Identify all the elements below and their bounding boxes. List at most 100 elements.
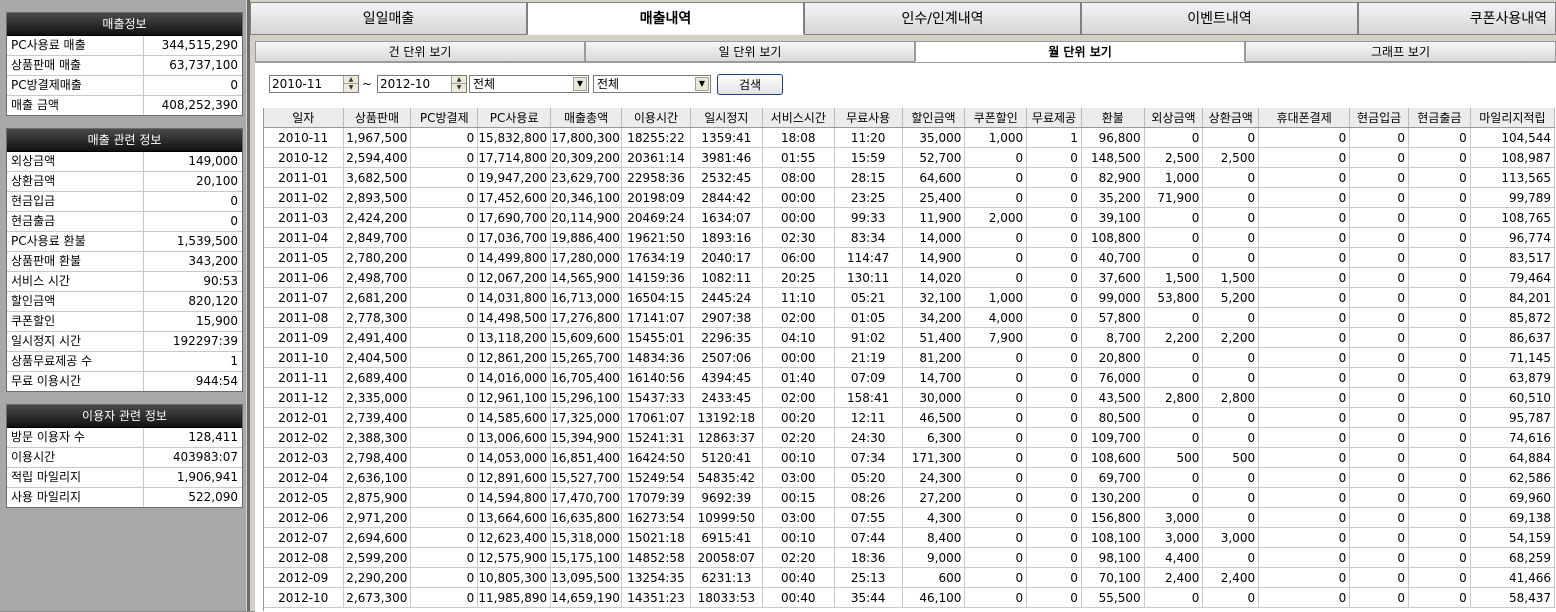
- table-row[interactable]: 2011-10 2,404,500 0 12,861,200 15,265,700 148…: [264, 347, 1555, 368]
- table-cell: 20,309,200: [550, 147, 623, 168]
- table-cell: 12:11: [834, 407, 903, 428]
- summary-value: 1,906,941: [176, 470, 238, 484]
- column-header[interactable]: 휴대폰결제: [1258, 108, 1351, 128]
- subtab-by-day[interactable]: 일 단위 보기: [585, 41, 915, 62]
- chevron-down-icon[interactable]: ▼: [695, 77, 709, 91]
- table-cell: 108,800: [1081, 227, 1145, 248]
- filter-select-2[interactable]: 전체 ▼: [593, 75, 711, 93]
- table-cell: 5120:41: [690, 447, 763, 468]
- search-button[interactable]: 검색: [717, 74, 783, 95]
- table-cell: 1082:11: [690, 267, 763, 288]
- tab-daily-sales[interactable]: 일일매출: [250, 2, 527, 35]
- table-cell: 0: [410, 407, 479, 428]
- table-cell: 20469:24: [621, 207, 691, 228]
- summary-label: 현금출금: [7, 212, 144, 231]
- table-cell: 2011-09: [264, 327, 344, 348]
- table-row[interactable]: 2012-09 2,290,200 0 10,805,300 13,095,500 132…: [264, 567, 1555, 588]
- column-header[interactable]: 쿠폰할인: [964, 108, 1028, 128]
- spin-up-icon[interactable]: ▲: [344, 76, 358, 84]
- table-row[interactable]: 2011-03 2,424,200 0 17,690,700 20,114,900 204…: [264, 207, 1555, 228]
- table-row[interactable]: 2011-01 3,682,500 0 19,947,200 23,629,700 229…: [264, 167, 1555, 188]
- table-cell: 2,875,900: [343, 487, 412, 508]
- table-row[interactable]: 2012-07 2,694,600 0 12,623,400 15,318,000 150…: [264, 527, 1555, 548]
- summary-row: 쿠폰할인 15,900: [7, 312, 242, 332]
- table-row[interactable]: 2012-06 2,971,200 0 13,664,600 16,635,800 162…: [264, 507, 1555, 528]
- table-row[interactable]: 2011-05 2,780,200 0 14,499,800 17,280,000 176…: [264, 247, 1555, 268]
- subtab-graph[interactable]: 그래프 보기: [1245, 41, 1556, 62]
- table-cell: 0: [1349, 227, 1409, 248]
- user-related-box: 이용자 관련 정보 방문 이용자 수 128,411 이용시간 403983:07 적립…: [6, 404, 243, 508]
- table-row[interactable]: 2011-02 2,893,500 0 17,452,600 20,346,100 201…: [264, 187, 1555, 208]
- table-cell: 2011-11: [264, 367, 344, 388]
- from-month-picker[interactable]: ▲▼: [269, 75, 359, 93]
- table-cell: 85,872: [1470, 307, 1555, 328]
- column-header[interactable]: 현금입금: [1349, 108, 1409, 128]
- tab-coupon-history[interactable]: 쿠폰사용내역: [1358, 2, 1556, 35]
- filter-select-1[interactable]: 전체 ▼: [469, 75, 589, 93]
- table-cell: 0: [1408, 467, 1471, 488]
- column-header[interactable]: PC방결제: [410, 108, 479, 128]
- tab-sales-history[interactable]: 매출내역: [527, 2, 804, 35]
- column-header[interactable]: 외상금액: [1144, 108, 1204, 128]
- table-cell: 2,000: [964, 207, 1028, 228]
- from-month-input[interactable]: [270, 76, 344, 92]
- table-row[interactable]: 2010-11 1,967,500 0 15,832,800 17,800,300 182…: [264, 127, 1555, 148]
- tab-handover-history[interactable]: 인수/인계내역: [804, 2, 1081, 35]
- table-row[interactable]: 2012-10 2,673,300 0 11,985,890 14,659,190 143…: [264, 587, 1555, 608]
- table-row[interactable]: 2012-02 2,388,300 0 13,006,600 15,394,900 152…: [264, 427, 1555, 448]
- column-header[interactable]: 마일리지적립: [1470, 108, 1555, 128]
- column-header[interactable]: 무료제공: [1026, 108, 1082, 128]
- table-row[interactable]: 2011-08 2,778,300 0 14,498,500 17,276,800 171…: [264, 307, 1555, 328]
- column-header[interactable]: 서비스시간: [762, 108, 835, 128]
- table-cell: 0: [1408, 127, 1471, 148]
- table-cell: 2,491,400: [343, 327, 412, 348]
- summary-row: PC사용료 환불 1,539,500: [7, 232, 242, 252]
- tab-event-history[interactable]: 이벤트내역: [1081, 2, 1358, 35]
- summary-label: 무료 이용시간: [7, 372, 144, 391]
- table-row[interactable]: 2010-12 2,594,400 0 17,714,800 20,309,200 203…: [264, 147, 1555, 168]
- table-row[interactable]: 2012-08 2,599,200 0 12,575,900 15,175,100 148…: [264, 547, 1555, 568]
- column-header[interactable]: 이용시간: [621, 108, 691, 128]
- monthly-sales-grid[interactable]: 일자 상품판매 PC방결제 PC사용료 매출총액 이용시간 일시정지 서비스시간 무료사용 할인금…: [263, 108, 1555, 611]
- chevron-down-icon[interactable]: ▼: [573, 77, 587, 91]
- table-cell: 19621:50: [621, 227, 691, 248]
- column-header[interactable]: 현금출금: [1408, 108, 1471, 128]
- table-row[interactable]: 2012-04 2,636,100 0 12,891,600 15,527,700 152…: [264, 467, 1555, 488]
- column-header[interactable]: 상환금액: [1202, 108, 1260, 128]
- to-month-picker[interactable]: ▲▼: [377, 75, 467, 93]
- subtab-by-month[interactable]: 월 단위 보기: [915, 41, 1245, 62]
- table-row[interactable]: 2012-01 2,739,400 0 14,585,600 17,325,000 170…: [264, 407, 1555, 428]
- column-header[interactable]: 일시정지: [690, 108, 763, 128]
- table-cell: 17,690,700: [477, 207, 552, 228]
- spin-down-icon[interactable]: ▼: [452, 84, 466, 92]
- subtab-by-transaction[interactable]: 건 단위 보기: [255, 41, 585, 62]
- table-row[interactable]: 2011-06 2,498,700 0 12,067,200 14,565,900 141…: [264, 267, 1555, 288]
- column-header[interactable]: 할인금액: [902, 108, 966, 128]
- table-cell: 54835:42: [690, 467, 763, 488]
- from-month-spinner[interactable]: ▲ ▼: [343, 76, 358, 92]
- table-cell: 17,800,300: [550, 127, 623, 148]
- spin-up-icon[interactable]: ▲: [452, 76, 466, 84]
- column-header[interactable]: 매출총액: [550, 108, 623, 128]
- spin-down-icon[interactable]: ▼: [344, 84, 358, 92]
- table-row[interactable]: 2011-09 2,491,400 0 13,118,200 15,609,600 154…: [264, 327, 1555, 348]
- column-header[interactable]: PC사용료: [477, 108, 552, 128]
- table-row[interactable]: 2011-11 2,689,400 0 14,016,000 16,705,400 161…: [264, 367, 1555, 388]
- table-row[interactable]: 2011-07 2,681,200 0 14,031,800 16,713,000 165…: [264, 287, 1555, 308]
- table-cell: 2012-10: [264, 587, 344, 608]
- table-cell: 0: [1408, 587, 1471, 608]
- column-header[interactable]: 상품판매: [343, 108, 412, 128]
- column-header[interactable]: 무료사용: [834, 108, 903, 128]
- table-cell: 15,265,700: [550, 347, 623, 368]
- column-header[interactable]: 일자: [264, 108, 344, 128]
- table-cell: 2,673,300: [343, 587, 412, 608]
- table-cell: 16424:50: [621, 447, 691, 468]
- table-cell: 5,200: [1202, 287, 1260, 308]
- to-month-input[interactable]: [378, 76, 452, 92]
- table-row[interactable]: 2011-04 2,849,700 0 17,036,700 19,886,400 196…: [264, 227, 1555, 248]
- table-row[interactable]: 2011-12 2,335,000 0 12,961,100 15,296,100 154…: [264, 387, 1555, 408]
- table-row[interactable]: 2012-05 2,875,900 0 14,594,800 17,470,700 170…: [264, 487, 1555, 508]
- to-month-spinner[interactable]: ▲ ▼: [451, 76, 466, 92]
- column-header[interactable]: 환불: [1081, 108, 1145, 128]
- table-row[interactable]: 2012-03 2,798,400 0 14,053,000 16,851,400 164…: [264, 447, 1555, 468]
